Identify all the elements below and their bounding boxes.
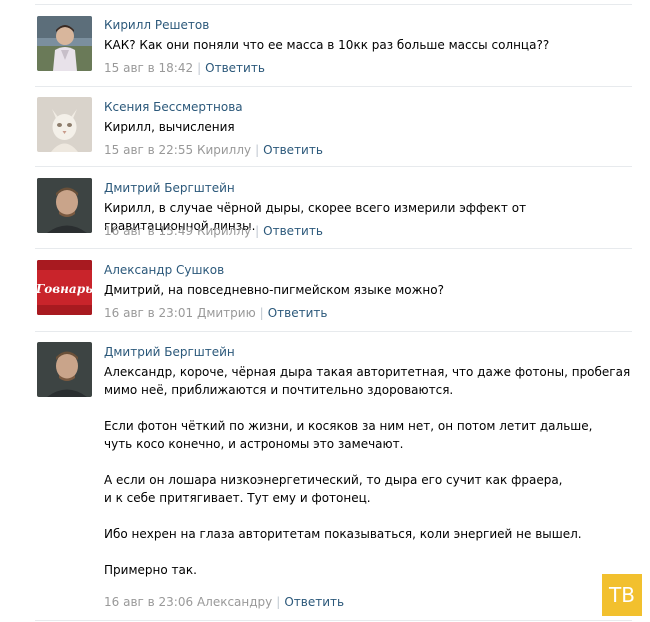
comment-text: КАК? Как они поняли что ее масса в 10кк … xyxy=(104,36,634,54)
reply-to-link[interactable]: Александру xyxy=(197,595,272,609)
comment-divider xyxy=(35,331,632,332)
comment-divider xyxy=(35,86,632,87)
comment-paragraph: Ибо нехрен на глаза авторитетам показыва… xyxy=(104,527,582,541)
comment-divider xyxy=(35,248,632,249)
comment-paragraph: КАК? Как они поняли что ее масса в 10кк … xyxy=(104,38,550,52)
reply-to-link[interactable]: Кириллу xyxy=(197,143,251,157)
meta-separator: | xyxy=(255,224,260,238)
avatar-photo-icon xyxy=(37,178,92,233)
meta-separator: | xyxy=(276,595,281,609)
avatar-logo-text: Говнарь xyxy=(37,282,92,296)
comment-meta: 16 авг в 23:06 Александру | Ответить xyxy=(104,595,344,609)
author-link[interactable]: Ксения Бессмертнова xyxy=(104,100,243,114)
meta-separator: | xyxy=(259,306,264,320)
avatar[interactable] xyxy=(37,97,92,152)
top-divider xyxy=(35,4,632,5)
avatar-cat-icon xyxy=(37,97,92,152)
comment-text: Дмитрий, на повседневно-пигмейском языке… xyxy=(104,281,634,299)
comment-meta: 16 авг в 23:01 Дмитрию | Ответить xyxy=(104,306,327,320)
comment-meta: 15 авг в 22:55 Кириллу | Ответить xyxy=(104,143,323,157)
reply-button[interactable]: Ответить xyxy=(263,224,323,238)
avatar[interactable] xyxy=(37,178,92,233)
avatar-logo-icon: Говнарь xyxy=(37,260,92,315)
comment-meta: 15 авг в 18:42 | Ответить xyxy=(104,61,265,75)
avatar-photo-icon xyxy=(37,342,92,397)
reply-to-link[interactable]: Дмитрию xyxy=(197,306,256,320)
reply-button[interactable]: Ответить xyxy=(205,61,265,75)
comment-paragraph: Александр, короче, чёрная дыра такая авт… xyxy=(104,365,631,397)
watermark-logo: ТВ xyxy=(602,574,642,616)
comment-time[interactable]: 15 авг в 18:42 xyxy=(104,61,193,75)
comment-text: Александр, короче, чёрная дыра такая авт… xyxy=(104,363,634,579)
avatar[interactable]: Говнарь xyxy=(37,260,92,315)
avatar[interactable] xyxy=(37,342,92,397)
author-link[interactable]: Дмитрий Бергштейн xyxy=(104,181,235,195)
comment-paragraph: Кирилл, вычисления xyxy=(104,120,235,134)
comment-paragraph: Дмитрий, на повседневно-пигмейском языке… xyxy=(104,283,444,297)
meta-separator: | xyxy=(197,61,202,75)
comments-page: Кирилл Решетов КАК? Как они поняли что е… xyxy=(0,0,650,622)
author-link[interactable]: Кирилл Решетов xyxy=(104,18,209,32)
author-link[interactable]: Александр Сушков xyxy=(104,263,224,277)
comment-time[interactable]: 15 авг в 22:55 xyxy=(104,143,193,157)
reply-button[interactable]: Ответить xyxy=(284,595,344,609)
comment-paragraph: Если фотон чёткий по жизни, и косяков за… xyxy=(104,419,593,451)
reply-to-link[interactable]: Кириллу xyxy=(197,224,251,238)
author-link[interactable]: Дмитрий Бергштейн xyxy=(104,345,235,359)
reply-button[interactable]: Ответить xyxy=(268,306,328,320)
comment-meta: 16 авг в 15:49 Кириллу | Ответить xyxy=(104,224,323,238)
comment-time[interactable]: 16 авг в 23:06 xyxy=(104,595,193,609)
comment-paragraph: А если он лошара низкоэнергетический, то… xyxy=(104,473,563,505)
avatar-photo-icon xyxy=(37,16,92,71)
avatar[interactable] xyxy=(37,16,92,71)
comment-divider xyxy=(35,166,632,167)
bottom-divider xyxy=(35,620,632,621)
meta-separator: | xyxy=(255,143,260,157)
comment-time[interactable]: 16 авг в 23:01 xyxy=(104,306,193,320)
reply-button[interactable]: Ответить xyxy=(263,143,323,157)
comment-time[interactable]: 16 авг в 15:49 xyxy=(104,224,193,238)
comment-paragraph: Примерно так. xyxy=(104,563,197,577)
comment-text: Кирилл, вычисления xyxy=(104,118,634,136)
